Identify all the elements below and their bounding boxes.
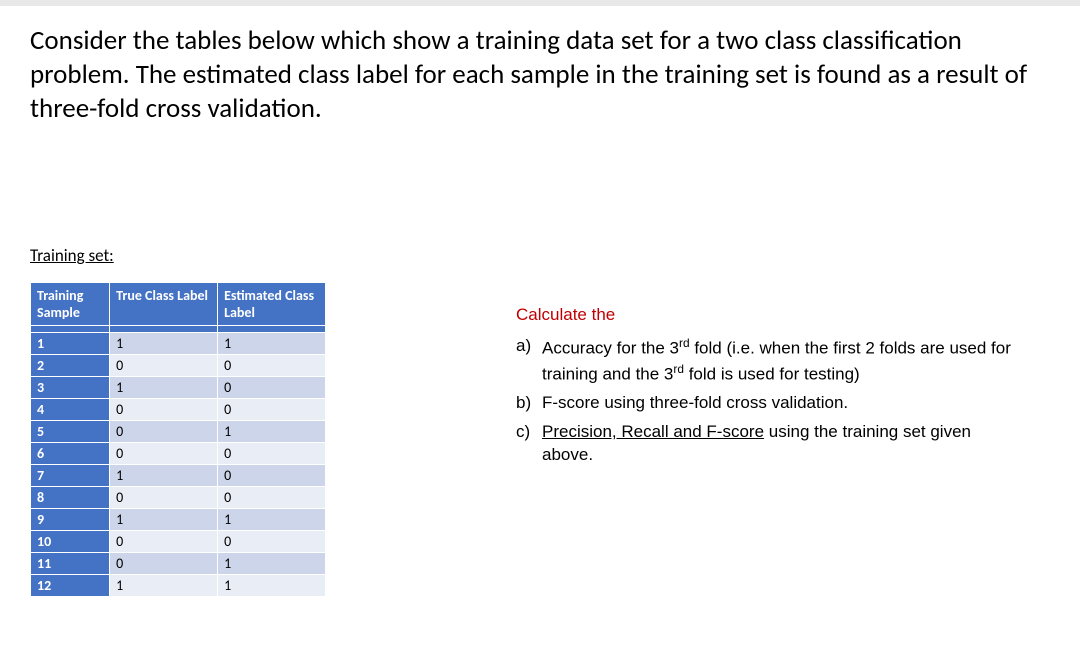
table-row: 911: [31, 509, 326, 531]
training-table: Training Sample True Class Label Estimat…: [30, 282, 326, 597]
table-row: 200: [31, 355, 326, 377]
table-row: 600: [31, 443, 326, 465]
question-text: Precision, Recall and F-score using the …: [542, 421, 1016, 467]
th-est-class: Estimated Class Label: [218, 283, 326, 326]
question-c: c) Precision, Recall and F-score using t…: [516, 421, 1016, 467]
question-marker: a): [516, 335, 542, 386]
table-row: 800: [31, 487, 326, 509]
question-text: Accuracy for the 3rd fold (i.e. when the…: [542, 335, 1016, 386]
questions-block: Calculate the a) Accuracy for the 3rd fo…: [516, 282, 1016, 473]
question-marker: c): [516, 421, 542, 467]
training-set-heading: Training set:: [30, 245, 1050, 266]
intro-paragraph: Consider the tables below which show a t…: [30, 24, 1050, 125]
document-page: Consider the tables below which show a t…: [0, 0, 1080, 671]
table-header: Training Sample True Class Label Estimat…: [31, 283, 326, 333]
question-a: a) Accuracy for the 3rd fold (i.e. when …: [516, 335, 1016, 386]
question-marker: b): [516, 392, 542, 415]
th-sample: Training Sample: [31, 283, 110, 326]
question-text: F-score using three-fold cross validatio…: [542, 392, 1016, 415]
table-row: 1211: [31, 575, 326, 597]
table-row: 310: [31, 377, 326, 399]
table-row: 1101: [31, 553, 326, 575]
table-row: 710: [31, 465, 326, 487]
table-row: 111: [31, 333, 326, 355]
table-body: 111 200 310 400 501 600 710 800 911 1000…: [31, 333, 326, 597]
th-true-class: True Class Label: [110, 283, 218, 326]
table-row: 501: [31, 421, 326, 443]
content-row: Training Sample True Class Label Estimat…: [30, 282, 1050, 597]
calculate-heading: Calculate the: [516, 304, 1016, 327]
question-b: b) F-score using three-fold cross valida…: [516, 392, 1016, 415]
table-row: 400: [31, 399, 326, 421]
table-row: 1000: [31, 531, 326, 553]
